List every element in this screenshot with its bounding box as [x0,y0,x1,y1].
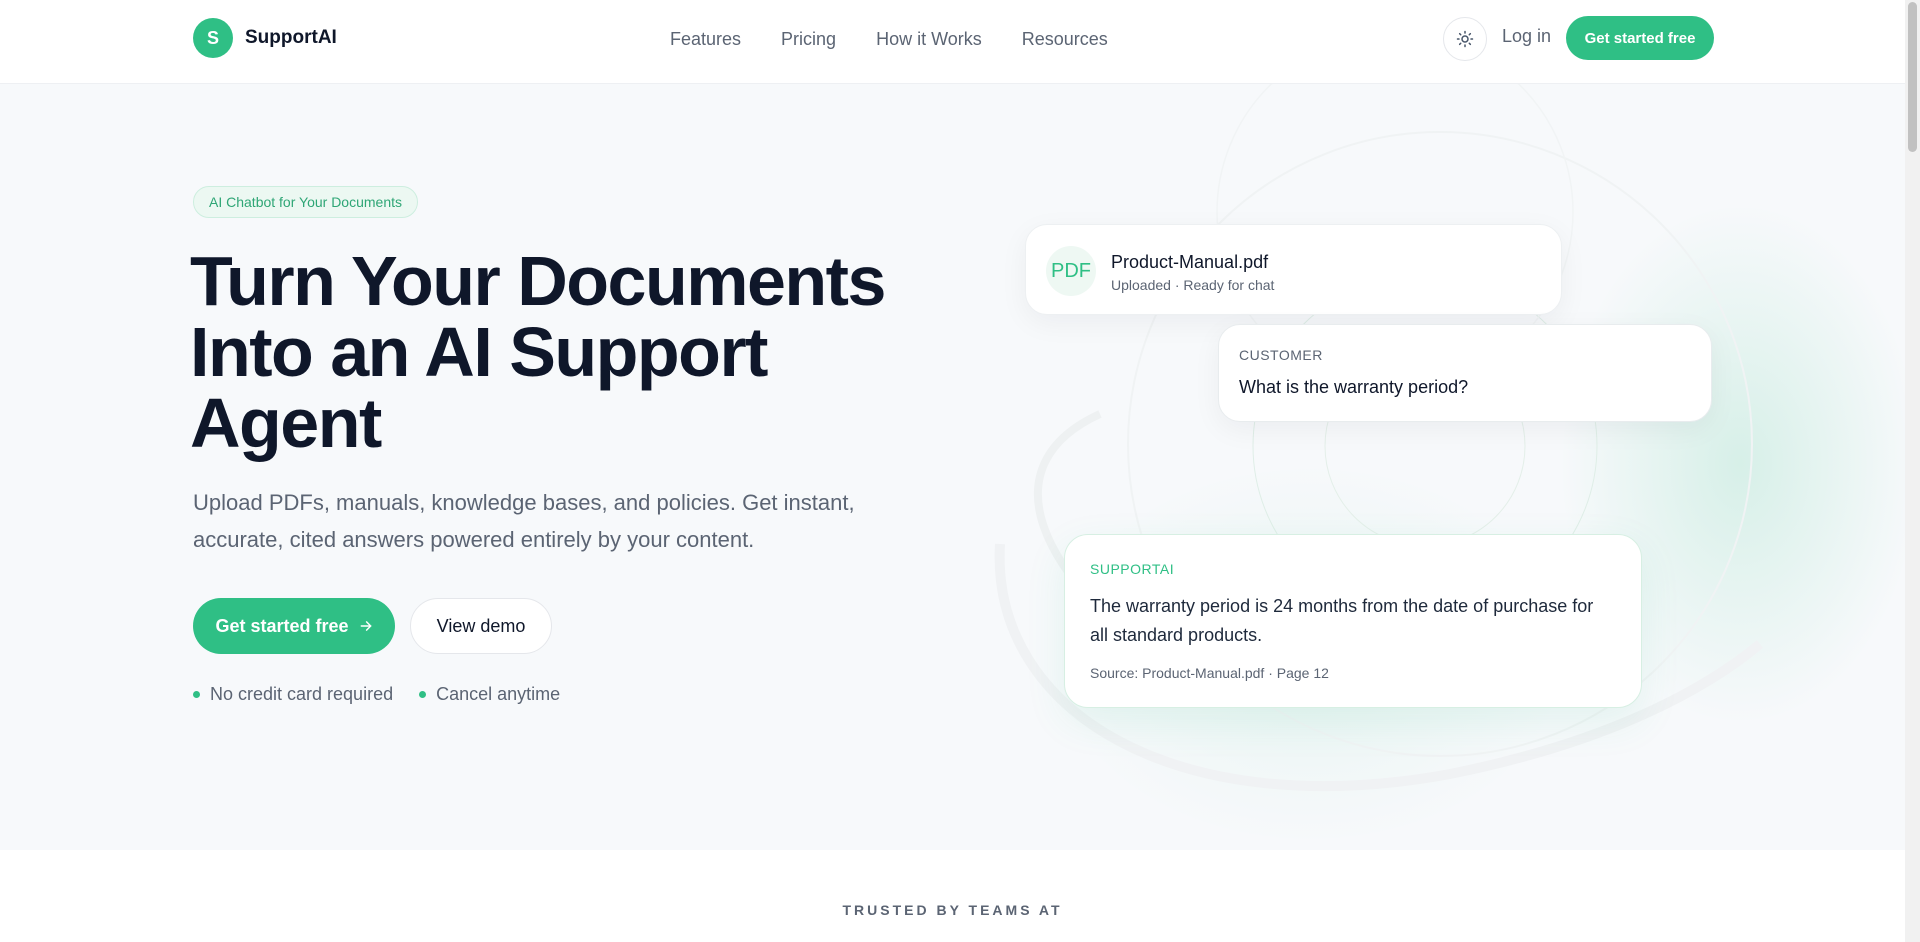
logo[interactable]: S SupportAI [193,18,337,58]
theme-toggle-button[interactable] [1443,17,1487,61]
site-header: S SupportAI Features Pricing How it Work… [0,0,1905,84]
nav-pricing[interactable]: Pricing [781,29,836,50]
login-link[interactable]: Log in [1502,26,1551,47]
pdf-icon: PDF [1046,246,1096,296]
perk-label: No credit card required [210,684,394,704]
headline-line-3: Agent [190,384,382,462]
ai-label: SUPPORTAI [1090,561,1175,577]
nav-how-it-works[interactable]: How it Works [876,29,982,50]
get-started-label: Get started free [215,615,349,636]
nav-features[interactable]: Features [670,29,741,50]
headline-line-1: Turn Your Documents [190,242,886,320]
ai-answer-card: SUPPORTAI The warranty period is 24 mont… [1064,534,1642,708]
customer-message-card: CUSTOMER What is the warranty period? [1218,324,1712,422]
hero-section: AI Chatbot for Your Documents Turn Your … [0,84,1905,850]
bullet-dot-icon [419,691,427,698]
headline-line-2: Into an AI Support [190,313,769,391]
file-status: Uploaded · Ready for chat [1111,277,1275,293]
hero-subtext: Upload PDFs, manuals, knowledge bases, a… [193,490,855,552]
trusted-label: TRUSTED BY TEAMS AT [842,902,1063,918]
customer-label: CUSTOMER [1239,347,1323,363]
brand-name: SupportAI [245,27,337,48]
perk-item: Cancel anytime [419,684,560,705]
page-scrollbar[interactable] [1905,0,1920,942]
perk-label: Cancel anytime [436,684,561,704]
trusted-section: TRUSTED BY TEAMS AT [0,850,1905,942]
get-started-button[interactable]: Get started free [193,598,395,654]
nav-resources[interactable]: Resources [1022,29,1108,50]
hero-perks: No credit card required Cancel anytime [193,684,560,705]
hero-headline: Turn Your Documents Into an AI Support A… [190,246,910,459]
scrollbar-thumb[interactable] [1908,2,1917,152]
view-demo-button[interactable]: View demo [410,598,552,654]
ai-source: Source: Product-Manual.pdf · Page 12 [1090,665,1329,681]
arrow-right-icon [360,621,371,631]
file-name: Product-Manual.pdf [1111,252,1269,272]
main-nav: Features Pricing How it Works Resources [670,0,1108,78]
ai-answer: The warranty period is 24 months from th… [1090,596,1594,645]
hero-badge: AI Chatbot for Your Documents [193,186,418,218]
uploaded-file-card: PDF Product-Manual.pdf Uploaded · Ready … [1025,224,1562,315]
logo-mark: S [193,18,233,58]
sun-icon [1456,30,1474,48]
perk-item: No credit card required [193,684,393,705]
bullet-dot-icon [193,691,200,698]
customer-question: What is the warranty period? [1239,377,1469,397]
header-get-started-button[interactable]: Get started free [1566,16,1714,60]
